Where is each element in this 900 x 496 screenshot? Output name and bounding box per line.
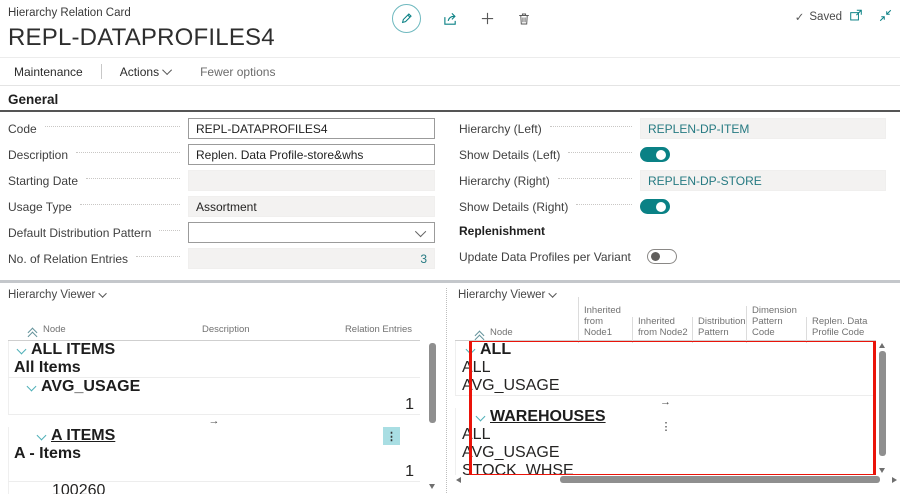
check-icon: ✓: [795, 10, 805, 24]
right-table-header: Node Inherited from Node1 Inherited from…: [455, 306, 876, 341]
page-title: REPL-DATAPROFILES4: [8, 24, 275, 52]
relation-entries-drilldown[interactable]: 3: [413, 252, 434, 266]
table-row-selected[interactable]: → A ITEMS ⋮ A - Items 1: [8, 415, 420, 482]
chevron-down-icon: [415, 225, 426, 236]
chevron-down-icon[interactable]: [37, 430, 47, 440]
chevron-down-icon: [549, 289, 557, 297]
scrollbar-thumb[interactable]: [560, 476, 880, 483]
scroll-left-arrow[interactable]: [456, 477, 461, 483]
selected-row-arrow: →: [8, 415, 420, 427]
right-table-body: ALL ALL AVG_USAGE → WAREHOUSES ⋮ ALL AVG…: [455, 341, 876, 475]
table-row[interactable]: ALL ITEMS All Items: [8, 341, 420, 378]
hierarchy-left-label: Hierarchy (Left): [459, 122, 542, 136]
hierarchy-relation-card-page: Hierarchy Relation Card REPL-DATAPROFILE…: [0, 0, 900, 496]
show-details-left-toggle[interactable]: [640, 147, 670, 162]
code-label: Code: [8, 122, 37, 136]
usage-type-label: Usage Type: [8, 200, 72, 214]
saved-label: Saved: [809, 11, 842, 23]
save-status: ✓ Saved: [795, 10, 842, 24]
menu-fewer-options[interactable]: Fewer options: [186, 65, 289, 79]
chevron-down-icon[interactable]: [27, 381, 37, 391]
chevron-down-icon[interactable]: [476, 411, 486, 421]
open-in-new-window-icon[interactable]: [849, 9, 863, 22]
column-header-description[interactable]: Description: [197, 325, 330, 340]
menu-actions[interactable]: Actions: [106, 65, 186, 79]
menu-divider: [101, 64, 102, 79]
column-header-inherited-node1[interactable]: Inherited from Node1: [578, 306, 632, 343]
description-label: Description: [8, 148, 68, 162]
default-distribution-pattern-label: Default Distribution Pattern: [8, 226, 151, 240]
section-divider: [0, 280, 900, 283]
general-section-heading[interactable]: General: [8, 92, 58, 107]
collapse-window-icon[interactable]: [879, 9, 892, 22]
description-field[interactable]: [188, 144, 435, 165]
hierarchy-right-label: Hierarchy (Right): [459, 174, 550, 188]
scroll-down-arrow[interactable]: [429, 484, 435, 489]
new-icon[interactable]: [480, 11, 495, 26]
table-row[interactable]: ALL ALL AVG_USAGE: [455, 341, 876, 396]
column-header-replen-data-profile-code[interactable]: Replen. Data Profile Code: [806, 317, 876, 343]
replenishment-group-heading: Replenishment: [459, 224, 545, 238]
collapse-all-icon[interactable]: [476, 332, 483, 340]
hierarchy-right-link[interactable]: REPLEN-DP-STORE: [641, 174, 769, 188]
show-details-right-label: Show Details (Right): [459, 200, 568, 214]
left-table-header: Node Description Relation Entries: [8, 306, 420, 341]
starting-date-field[interactable]: [188, 170, 435, 191]
hierarchy-left-link[interactable]: REPLEN-DP-ITEM: [641, 122, 756, 136]
table-row[interactable]: 100260 Bicycle (Item): [8, 482, 420, 494]
scrollbar-thumb[interactable]: [879, 351, 886, 456]
left-viewer-title[interactable]: Hierarchy Viewer: [8, 289, 107, 301]
chevron-down-icon[interactable]: [466, 344, 476, 354]
selected-row-arrow: →: [455, 396, 876, 408]
right-viewer-title[interactable]: Hierarchy Viewer: [458, 289, 557, 301]
update-variant-label: Update Data Profiles per Variant: [459, 250, 631, 264]
starting-date-label: Starting Date: [8, 174, 78, 188]
panel-separator: [446, 288, 447, 493]
scrollbar-thumb[interactable]: [429, 343, 436, 423]
scroll-down-arrow[interactable]: [879, 468, 885, 473]
menu-maintenance[interactable]: Maintenance: [0, 65, 97, 79]
chevron-down-icon[interactable]: [17, 344, 27, 354]
show-details-left-label: Show Details (Left): [459, 148, 560, 162]
right-table-vertical-scrollbar[interactable]: [879, 341, 886, 475]
table-row-selected[interactable]: → WAREHOUSES ⋮ ALL AVG_USAGE STOCK_WHSE: [455, 396, 876, 475]
left-table-body: ALL ITEMS All Items AVG_USAGE 1 → A ITEM…: [8, 341, 420, 494]
column-header-relation-entries[interactable]: Relation Entries: [330, 325, 418, 340]
left-table-vertical-scrollbar[interactable]: [429, 341, 436, 494]
table-row[interactable]: AVG_USAGE 1: [8, 378, 420, 415]
collapse-all-icon[interactable]: [29, 329, 36, 337]
right-table-horizontal-scrollbar[interactable]: [455, 476, 898, 484]
column-header-inherited-node2[interactable]: Inherited from Node2: [632, 317, 692, 343]
relation-entries-field: 3: [188, 248, 435, 269]
scroll-right-arrow[interactable]: [892, 477, 897, 483]
row-ellipsis-button[interactable]: ⋮: [383, 427, 400, 445]
usage-type-field: Assortment: [188, 196, 435, 217]
action-bar: Maintenance Actions Fewer options: [0, 57, 900, 86]
column-header-node[interactable]: Node: [24, 325, 197, 340]
show-details-right-toggle[interactable]: [640, 199, 670, 214]
chevron-down-icon: [162, 65, 172, 75]
chevron-down-icon: [99, 289, 107, 297]
card-toolbar: [392, 4, 531, 33]
breadcrumb[interactable]: Hierarchy Relation Card: [8, 7, 131, 19]
share-icon[interactable]: [443, 11, 458, 26]
hierarchy-right-field: REPLEN-DP-STORE: [640, 170, 886, 191]
delete-icon[interactable]: [517, 12, 531, 26]
default-distribution-pattern-select[interactable]: [188, 222, 435, 243]
general-section-rule: [0, 110, 900, 112]
scroll-up-arrow[interactable]: [879, 343, 885, 348]
column-header-dimension-pattern-code[interactable]: Dimension Pattern Code: [746, 306, 806, 343]
code-field[interactable]: [188, 118, 435, 139]
hierarchy-left-field: REPLEN-DP-ITEM: [640, 118, 886, 139]
relation-entries-label: No. of Relation Entries: [8, 252, 128, 266]
window-controls: [849, 9, 892, 22]
edit-icon[interactable]: [392, 4, 421, 33]
update-variant-toggle[interactable]: [647, 249, 677, 264]
column-header-distribution-pattern[interactable]: Distribution Pattern: [692, 317, 746, 343]
